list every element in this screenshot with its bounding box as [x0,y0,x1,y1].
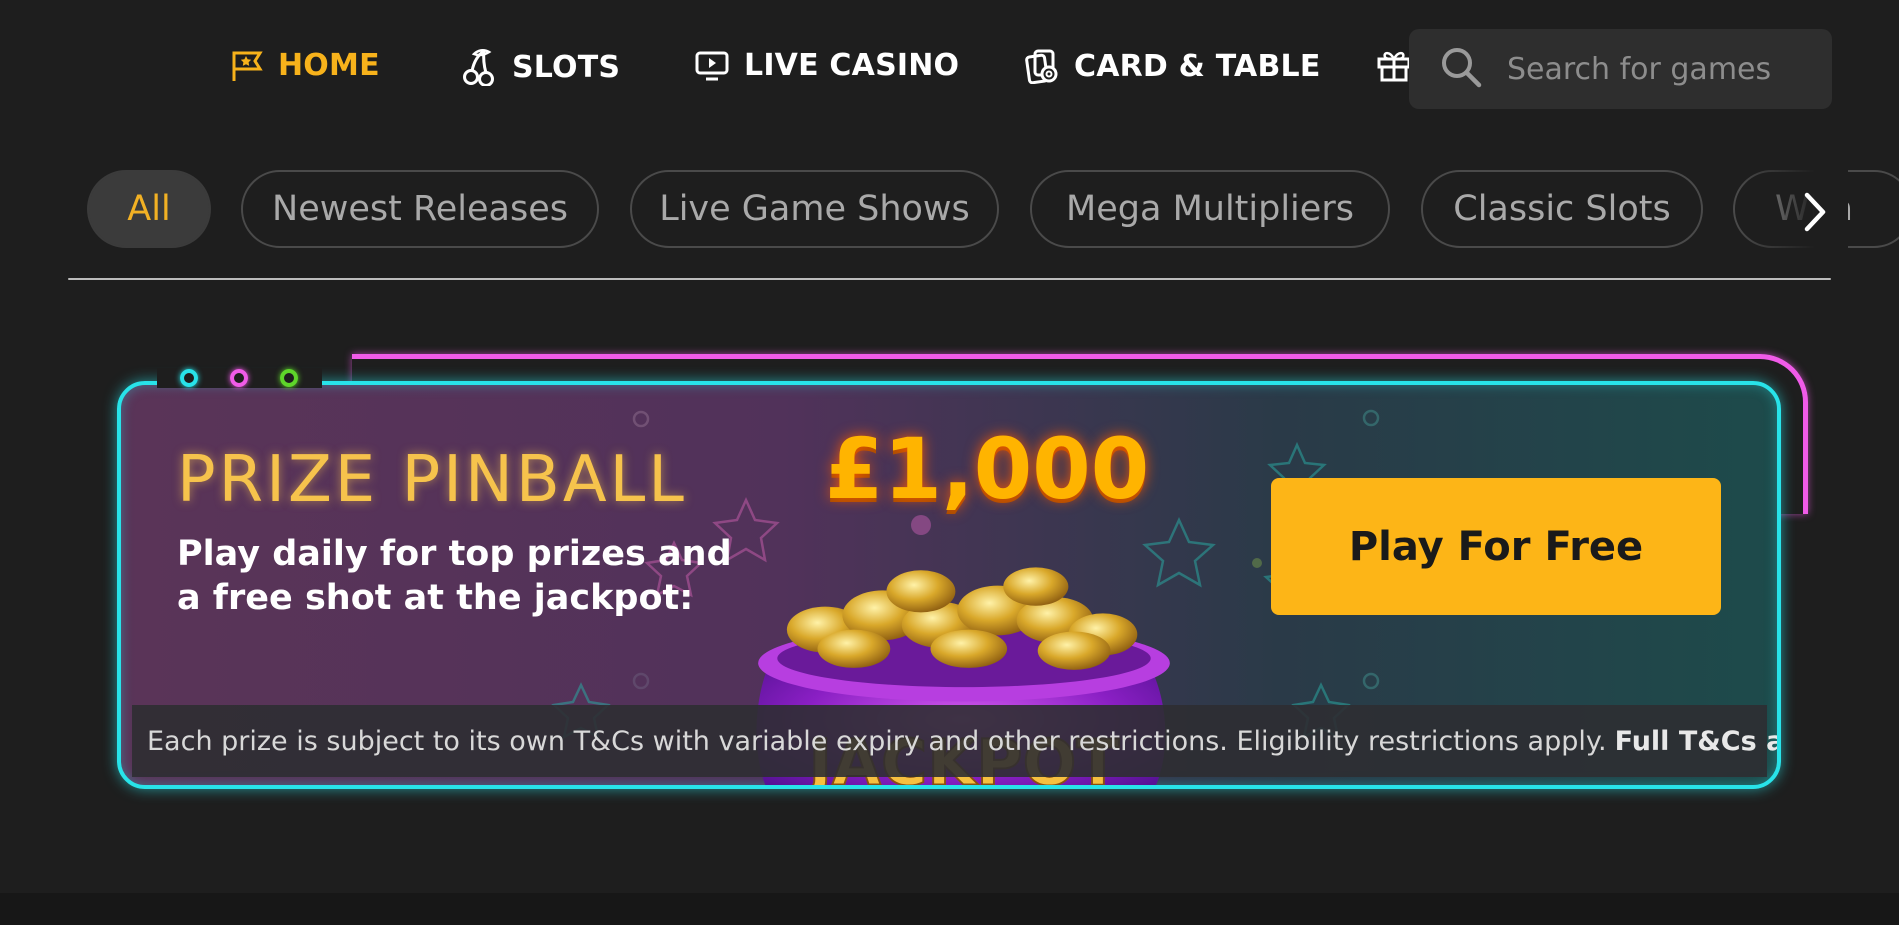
chip-classic-slots[interactable]: Classic Slots [1421,170,1703,248]
search-bar[interactable] [1409,29,1832,109]
monitor-play-icon [694,50,730,82]
section-divider [68,278,1831,280]
scroll-right-button[interactable] [1795,187,1835,237]
cards-chip-icon [1024,48,1060,84]
top-navigation: HOME SLOTS LIVE CASINO CARD & TABLE [0,0,1899,140]
pink-light-dot [230,369,248,387]
chevron-right-icon [1795,192,1835,241]
nav-slots[interactable]: SLOTS [462,48,620,86]
disclaimer-text: Each prize is subject to its own T&Cs wi… [147,725,1607,757]
chip-all[interactable]: All [87,170,211,248]
nav-live-casino[interactable]: LIVE CASINO [694,48,959,83]
prize-amount: £1,000 [825,420,1150,518]
cyan-light-dot [180,369,198,387]
promo-subtitle: Play daily for top prizes and a free sho… [177,534,732,618]
chip-mega-multipliers[interactable]: Mega Multipliers [1030,170,1390,248]
nav-home-label: HOME [278,48,380,83]
chip-live-game-shows[interactable]: Live Game Shows [630,170,999,248]
nav-promotions[interactable] [1376,48,1412,82]
full-terms-link[interactable]: Full T&Cs apply. [1615,726,1777,757]
category-chips: All Newest Releases Live Game Shows Mega… [0,165,1899,265]
disclaimer-bar: Each prize is subject to its own T&Cs wi… [132,705,1777,777]
nav-card-table-label: CARD & TABLE [1074,48,1321,84]
footer-strip [0,893,1899,925]
nav-home[interactable]: HOME [230,48,380,83]
search-icon [1439,45,1483,93]
gift-icon [1376,48,1412,82]
green-light-dot [280,369,298,387]
promo-title: PRIZE PINBALL [177,443,687,517]
chip-newest-releases[interactable]: Newest Releases [241,170,599,248]
flag-star-icon [230,49,264,83]
cherries-icon [462,48,498,86]
play-for-free-button[interactable]: Play For Free [1271,478,1721,615]
nav-card-table[interactable]: CARD & TABLE [1024,48,1321,84]
search-input[interactable] [1505,50,1829,88]
nav-live-casino-label: LIVE CASINO [744,48,960,83]
nav-slots-label: SLOTS [512,49,621,85]
